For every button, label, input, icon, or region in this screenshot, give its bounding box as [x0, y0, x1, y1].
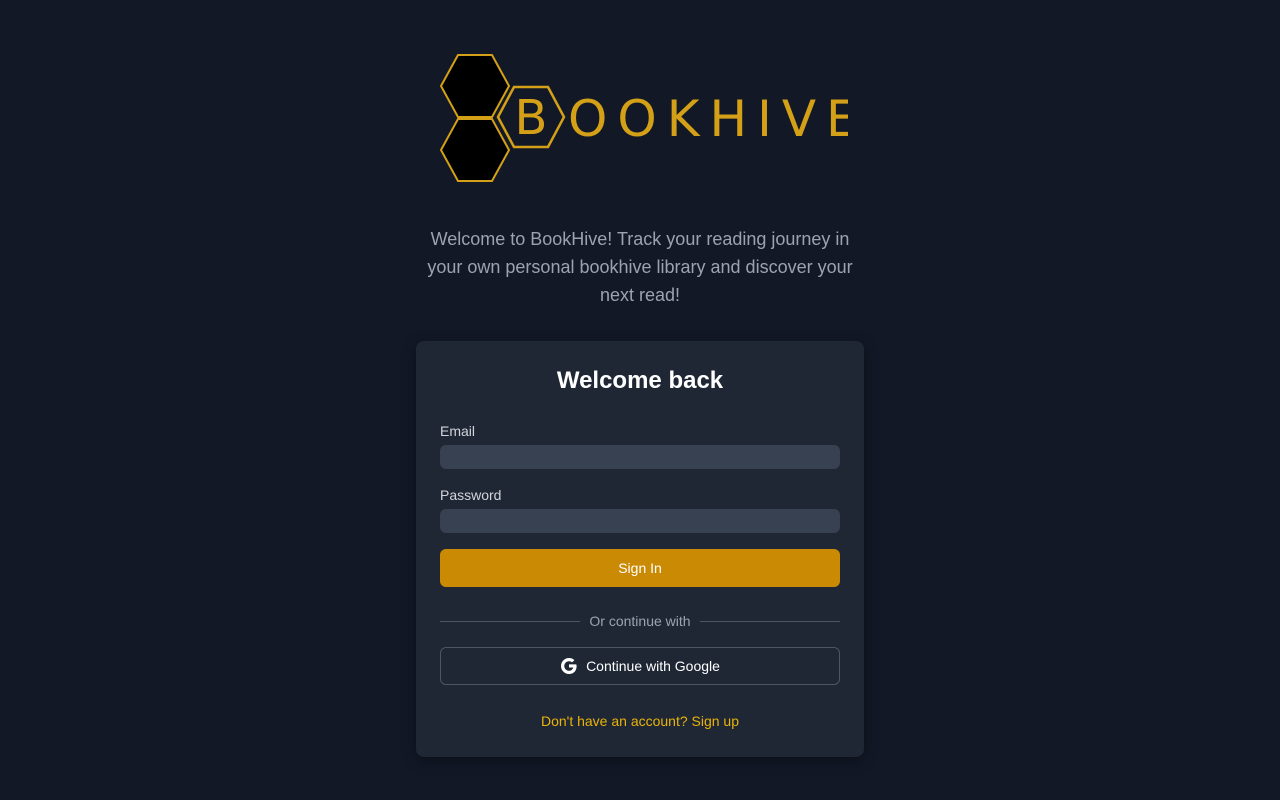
password-field[interactable] — [440, 509, 840, 533]
sign-in-button[interactable]: Sign In — [440, 549, 840, 587]
email-field[interactable] — [440, 445, 840, 469]
password-label: Password — [440, 487, 502, 503]
divider-line-right — [700, 621, 840, 622]
email-label: Email — [440, 423, 476, 439]
login-page: B OOKHIVE Welcome to BookHive! Track you… — [0, 0, 1280, 800]
login-card: Welcome back Email Password Sign In Or c… — [416, 341, 864, 757]
google-button-label: Continue with Google — [586, 658, 720, 674]
welcome-tagline: Welcome to BookHive! Track your reading … — [427, 229, 853, 305]
or-divider: Or continue with — [440, 611, 840, 631]
login-title: Welcome back — [556, 367, 724, 394]
sign-up-link[interactable]: Don't have an account? Sign up — [416, 711, 864, 731]
logo-wordmark: OOKHIVE — [568, 90, 848, 148]
logo-letter: B — [515, 90, 548, 146]
continue-with-google-button[interactable]: Continue with Google — [440, 647, 840, 685]
google-g-icon — [560, 657, 578, 675]
bookhive-logo: B OOKHIVE — [438, 52, 848, 184]
